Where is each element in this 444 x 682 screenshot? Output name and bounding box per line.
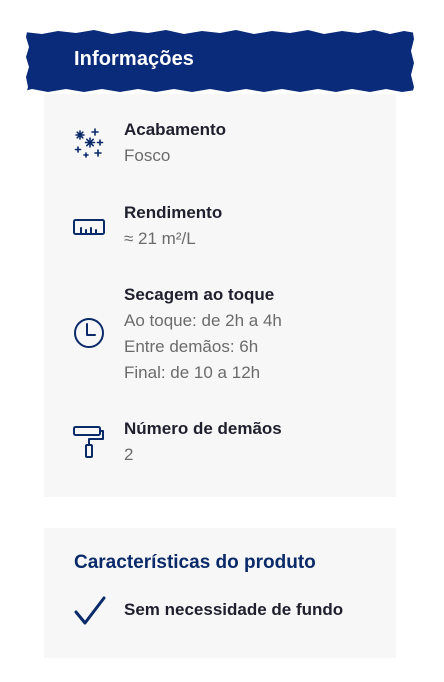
info-item-value: ≈ 21 m²/L — [124, 229, 196, 248]
info-item-value: 2 — [124, 445, 134, 464]
info-item-acabamento: Acabamento Fosco — [44, 117, 396, 173]
check-icon — [74, 596, 106, 626]
info-item-label: Secagem ao toque — [124, 285, 275, 304]
info-card: Informações Acabamento Fosco Rendimento … — [24, 27, 416, 497]
info-item-value: Entre demãos: 6h — [124, 337, 259, 356]
info-item-demaos: Número de demãos 2 — [44, 416, 396, 472]
info-title: Informações — [74, 48, 195, 70]
clock-icon — [72, 316, 106, 350]
info-item-rendimento: Rendimento ≈ 21 m²/L — [44, 200, 396, 256]
paint-roller-icon — [72, 424, 106, 460]
page: Informações Acabamento Fosco Rendimento … — [0, 0, 444, 682]
info-item-value: Fosco — [124, 146, 171, 165]
info-item-label: Rendimento — [124, 203, 223, 222]
info-item-value: Ao toque: de 2h a 4h — [124, 311, 282, 330]
characteristics-item: Sem necessidade de fundo — [74, 594, 384, 628]
characteristics-card: Características do produto Sem necessida… — [44, 528, 396, 658]
info-item-value: Final: de 10 a 12h — [124, 363, 261, 382]
info-item-label: Número de demãos — [124, 419, 282, 438]
info-header: Informações — [24, 27, 416, 94]
sparkles-icon — [72, 125, 106, 159]
ruler-icon — [72, 210, 106, 244]
info-item-secagem: Secagem ao toque Ao toque: de 2h a 4h En… — [44, 282, 396, 392]
info-item-label: Acabamento — [124, 120, 227, 139]
characteristics-title: Características do produto — [74, 552, 316, 573]
characteristics-item-label: Sem necessidade de fundo — [124, 600, 344, 619]
